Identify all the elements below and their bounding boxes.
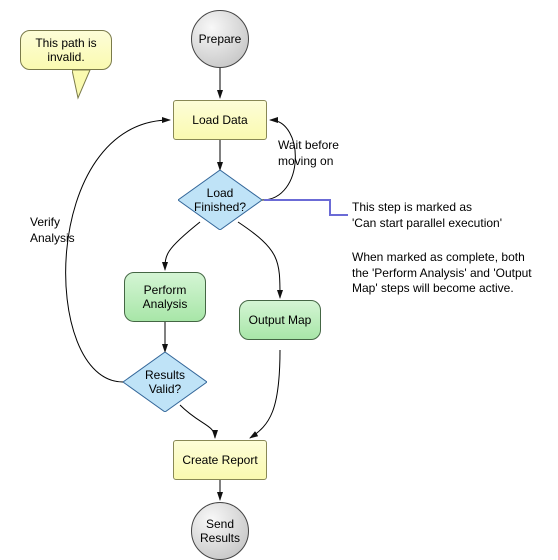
process-perform-analysis: Perform Analysis [124, 272, 206, 322]
callout-text: This path is invalid. [35, 36, 96, 64]
decision-load-finished: Load Finished? [178, 170, 262, 230]
node-label: Load Finished? [194, 186, 246, 215]
terminal-send-results: Send Results [191, 502, 249, 560]
node-label: Create Report [182, 453, 257, 467]
process-load-data: Load Data [173, 100, 267, 140]
decision-results-valid: Results Valid? [123, 352, 207, 412]
node-label: Output Map [249, 313, 312, 327]
node-label: Perform Analysis [143, 283, 188, 312]
process-create-report: Create Report [173, 440, 267, 480]
callout-invalid-path: This path is invalid. [20, 30, 112, 70]
callout-tail-icon [72, 70, 112, 110]
node-label: Send Results [200, 517, 240, 546]
node-label: Prepare [199, 32, 242, 46]
process-output-map: Output Map [239, 300, 321, 340]
node-label: Results Valid? [145, 368, 185, 397]
node-label: Load Data [192, 113, 247, 127]
terminal-prepare: Prepare [191, 10, 249, 68]
